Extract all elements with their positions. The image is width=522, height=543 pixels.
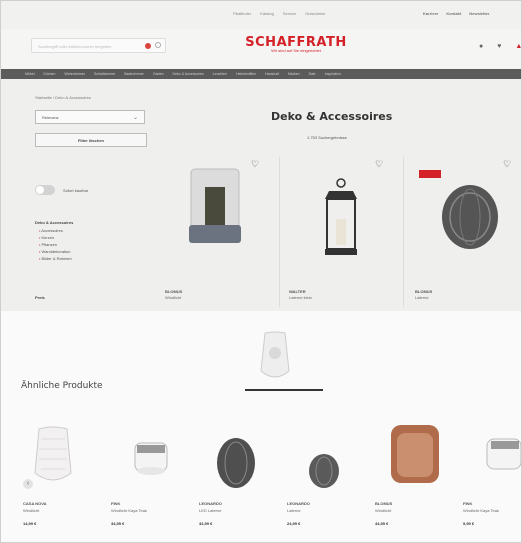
result-count: 1.753 Suchergebnisse [307,135,347,140]
top-link-newsletter[interactable]: Newsletter [469,11,489,16]
sale-badge [419,170,441,178]
nav-item[interactable]: Haushalt [265,72,279,76]
product-brand: WALTER [289,289,306,294]
similar-price: 32,99 € [199,521,213,526]
search-submit-button[interactable] [145,43,151,49]
product-image-laterne-draht[interactable] [439,181,501,251]
similar-price: 24,99 € [287,521,301,526]
nav-item[interactable]: Möbel [25,72,35,76]
sidebar-item[interactable]: Bilder & Rahmen [39,255,72,262]
nav-item[interactable]: Inspiration [325,72,341,76]
product-brand: BLOMUS [415,289,433,294]
sidebar-item[interactable]: Accessoires [39,227,72,234]
similar-product-image[interactable] [483,435,522,475]
similar-name[interactable]: Laterne [287,508,301,513]
user-icon[interactable]: ● [479,43,483,50]
nav-item[interactable]: Leuchten [213,72,227,76]
similar-product-image[interactable] [129,441,173,477]
product-name[interactable]: Laterne klein [289,295,312,300]
page: Filialfinder Katalog Service Gutscheine … [0,0,522,543]
toggle-knob [36,186,44,194]
nav-item[interactable]: Garten [153,72,164,76]
nav-item[interactable]: Küchen [44,72,56,76]
product-image-windlicht[interactable] [181,163,251,253]
top-link-katalog[interactable]: Katalog [260,11,274,16]
chevron-down-icon: ⌄ [132,115,138,121]
similar-brand: FINK [111,501,121,506]
search-input[interactable]: Suchbegriff oder Artikelnummer eingeben [31,38,166,53]
top-right-links: Karriere Kontakt Newsletter [423,11,489,16]
sidebar-item[interactable]: Kerzen [39,234,72,241]
nav-item[interactable]: Heimtextilien [236,72,256,76]
page-title: Deko & Accessoires [271,110,393,123]
top-link-filialfinder[interactable]: Filialfinder [233,11,251,16]
filter-button[interactable]: Filter löschen [35,133,147,147]
toggle-label: Sofort kaufbar [63,188,89,193]
similar-products-title: Ähnliche Produkte [21,381,103,391]
sort-select-value: Relevanz [42,115,59,120]
sort-select[interactable]: Relevanz ⌄ [35,110,145,124]
similar-name[interactable]: LED Laterne [199,508,221,513]
product-name[interactable]: Windlicht [165,295,181,300]
similar-brand: LEONARDO [199,501,222,506]
similar-brand: BLOMUS [375,501,393,506]
top-strip: Filialfinder Katalog Service Gutscheine … [1,1,521,29]
nav-item[interactable]: Wohnzimmer [64,72,85,76]
similar-brand: CASA NOVA [23,501,47,506]
sidebar-item[interactable]: Pflanzen [39,241,72,248]
nav-item[interactable]: Schlafzimmer [94,72,115,76]
product-name[interactable]: Laterne [415,295,429,300]
header-icons: ● ♥ ▲ [479,43,521,50]
top-link-karriere[interactable]: Karriere [423,11,438,16]
product-image-laterne[interactable] [319,177,363,261]
header: Suchbegriff oder Artikelnummer eingeben … [1,29,521,69]
similar-product-image[interactable] [215,437,257,489]
nav-item[interactable]: Sale [309,72,316,76]
search-placeholder: Suchbegriff oder Artikelnummer eingeben [38,44,112,49]
search-icon[interactable] [155,42,161,48]
selected-product-thumbnail[interactable] [259,331,291,381]
heart-icon[interactable]: ♡ [375,159,383,170]
top-link-service[interactable]: Service [283,11,296,16]
similar-product-image[interactable] [33,425,73,485]
heart-icon[interactable]: ♡ [503,159,511,170]
top-link-kontakt[interactable]: Kontakt [446,11,461,16]
sidebar-links: Accessoires Kerzen Pflanzen Wanddekorati… [39,227,72,262]
product-divider [279,157,280,307]
heart-icon[interactable]: ♥ [497,43,501,50]
product-divider [403,157,404,307]
similar-price: 9,99 € [463,521,475,526]
similar-name[interactable]: Windlicht Kaya Teak [111,508,147,513]
thumbnail-indicator [245,389,323,391]
product-brand: BLOMUS [165,289,183,294]
similar-name[interactable]: Windlicht Kaya Teak [463,508,499,513]
similar-brand: LEONARDO [287,501,310,506]
similar-product-image[interactable] [307,453,341,489]
similar-price: 34,95 € [111,521,125,526]
cart-icon[interactable]: ▲ [515,43,521,50]
nav-item[interactable]: Deko & Accessoires [173,72,204,76]
similar-price: 44,95 € [375,521,389,526]
sidebar-item[interactable]: Wanddekoration [39,248,72,255]
instant-buy-toggle[interactable] [35,185,55,195]
chevron-left-icon[interactable]: ‹ [23,479,33,489]
sidebar-title: Deko & Accessoires [35,220,74,225]
logo[interactable]: SCHAFFRATH Wir sind auf Sie eingerichtet [241,35,351,53]
nav-item[interactable]: Badezimmer [124,72,144,76]
price-filter-label[interactable]: Preis [35,295,45,300]
similar-name[interactable]: Windlicht [375,508,391,513]
breadcrumb[interactable]: Startseite / Deko & Accessoires [35,95,91,100]
service-links: Filialfinder Katalog Service Gutscheine [233,11,325,16]
top-link-gutscheine[interactable]: Gutscheine [305,11,325,16]
similar-brand: FINK [463,501,473,506]
similar-product-image[interactable] [387,423,443,485]
similar-price: 14,99 € [23,521,37,526]
similar-name[interactable]: Windlicht [23,508,39,513]
heart-icon[interactable]: ♡ [251,159,259,170]
main-nav: Möbel Küchen Wohnzimmer Schlafzimmer Bad… [1,69,521,79]
nav-item[interactable]: Marken [288,72,300,76]
